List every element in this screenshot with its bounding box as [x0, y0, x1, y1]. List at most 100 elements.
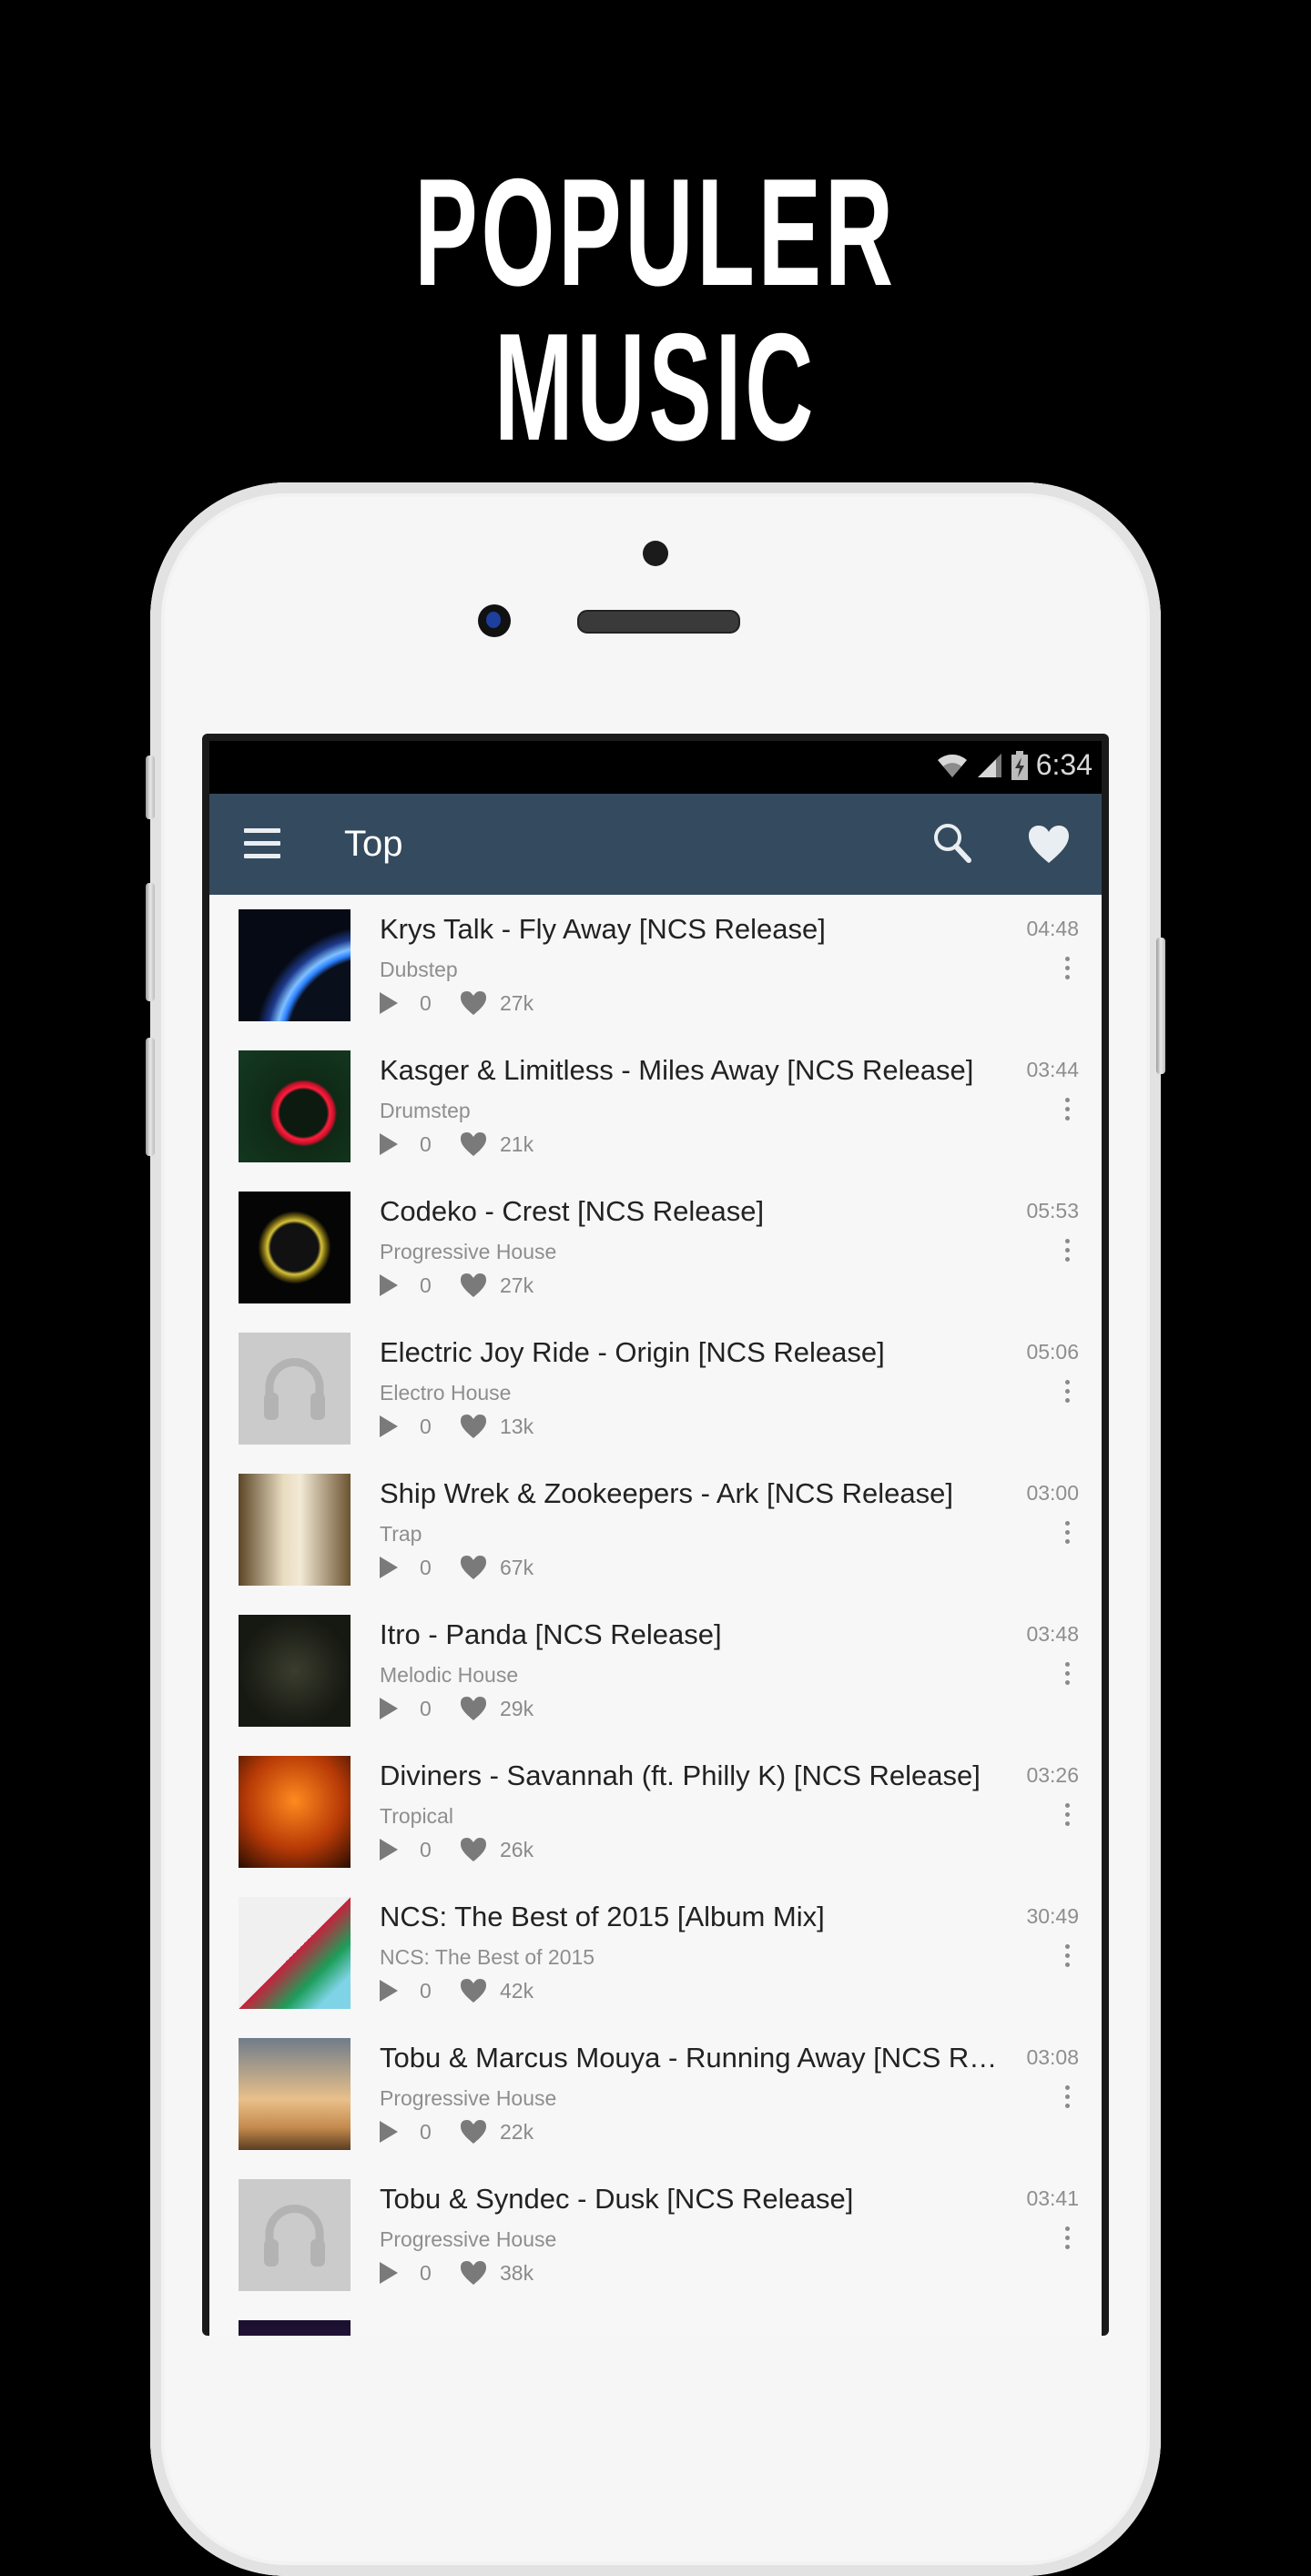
track-stats: 0 42k — [380, 1977, 534, 2004]
track-stats: 0 22k — [380, 2118, 534, 2145]
more-options-icon[interactable] — [1063, 1662, 1071, 1688]
like-count: 38k — [500, 2261, 534, 2285]
track-duration: 05:06 — [1026, 1340, 1079, 1364]
like-count: 27k — [500, 991, 534, 1015]
track-genre: Electro House — [380, 1381, 512, 1405]
track-genre: Dubstep — [380, 958, 458, 981]
track-title: Kasger & Limitless - Miles Away [NCS Rel… — [380, 1054, 974, 1086]
like-count: 13k — [500, 1415, 534, 1438]
track-duration: 03:41 — [1026, 2186, 1079, 2210]
track-row[interactable]: Diviners - Savannah (ft. Philly K) [NCS … — [209, 1741, 1102, 1882]
track-genre: Trap — [380, 1522, 422, 1546]
track-list: Krys Talk - Fly Away [NCS Release] Dubst… — [209, 895, 1102, 2336]
play-count: 0 — [420, 1273, 432, 1297]
track-stats: 0 38k — [380, 2259, 534, 2287]
track-genre: Progressive House — [380, 2227, 557, 2251]
play-count: 0 — [420, 2261, 432, 2285]
phone-power-button — [1156, 938, 1165, 1074]
more-options-icon[interactable] — [1063, 1239, 1071, 1264]
play-count-icon — [380, 992, 398, 1014]
phone-volume-up-button — [146, 883, 155, 1001]
more-options-icon[interactable] — [1063, 1380, 1071, 1405]
like-count-icon — [461, 1556, 486, 1579]
more-options-icon[interactable] — [1063, 957, 1071, 982]
track-stats: 0 27k — [380, 1272, 534, 1299]
play-count: 0 — [420, 1132, 432, 1156]
promo-title: POPULER MUSIC — [414, 147, 897, 472]
app-bar-title: Top — [344, 824, 403, 864]
album-art — [239, 1192, 351, 1303]
proximity-sensor — [643, 541, 668, 566]
track-row[interactable]: Tobu & Marcus Mouya - Running Away [NCS … — [209, 2023, 1102, 2165]
play-count-icon — [380, 1698, 398, 1719]
more-options-icon[interactable] — [1063, 1944, 1071, 1970]
more-options-icon[interactable] — [1063, 1098, 1071, 1123]
play-count-icon — [380, 2262, 398, 2284]
more-options-icon[interactable] — [1063, 2226, 1071, 2252]
phone-screen: 6:34 Top Krys Talk - Fly Away [NCS Relea… — [202, 734, 1109, 2336]
headphones-placeholder-icon — [239, 2179, 351, 2291]
like-count: 22k — [500, 2120, 534, 2144]
track-row[interactable]: Kasger & Limitless - Miles Away [NCS Rel… — [209, 1036, 1102, 1177]
album-art — [239, 2038, 351, 2150]
like-count: 29k — [500, 1697, 534, 1720]
track-genre: Progressive House — [380, 2086, 557, 2110]
play-count-icon — [380, 1274, 398, 1296]
track-row[interactable]: Electric Joy Ride - Origin [NCS Release]… — [209, 1318, 1102, 1459]
track-genre: Drumstep — [380, 1099, 471, 1122]
earpiece-speaker — [577, 610, 740, 634]
play-count-icon — [380, 1839, 398, 1861]
track-stats: 0 29k — [380, 1695, 534, 1722]
play-count: 0 — [420, 1556, 432, 1579]
play-count: 0 — [420, 1415, 432, 1438]
track-duration: 03:00 — [1026, 1481, 1079, 1505]
track-title: Itro - Panda [NCS Release] — [380, 1618, 722, 1650]
like-count-icon — [461, 1979, 486, 2003]
track-row-partial[interactable] — [209, 2306, 1102, 2336]
headphones-placeholder-icon — [239, 1333, 351, 1445]
track-row[interactable]: Tobu & Syndec - Dusk [NCS Release] Progr… — [209, 2165, 1102, 2306]
track-genre: NCS: The Best of 2015 — [380, 1945, 595, 1969]
like-count-icon — [461, 2120, 486, 2144]
battery-charging-icon — [1011, 750, 1028, 780]
more-options-icon[interactable] — [1063, 1803, 1071, 1829]
app-bar: Top — [209, 794, 1102, 895]
status-bar: 6:34 — [209, 741, 1102, 794]
more-options-icon[interactable] — [1063, 2085, 1071, 2111]
like-count: 27k — [500, 1273, 534, 1297]
track-row[interactable]: Codeko - Crest [NCS Release] Progressive… — [209, 1177, 1102, 1318]
track-duration: 04:48 — [1026, 917, 1079, 940]
album-art — [239, 1897, 351, 2009]
search-icon[interactable] — [930, 821, 974, 865]
like-count-icon — [461, 1415, 486, 1438]
like-count: 26k — [500, 1838, 534, 1861]
more-options-icon[interactable] — [1063, 1521, 1071, 1547]
phone-volume-down-button — [146, 1038, 155, 1156]
track-duration: 03:48 — [1026, 1622, 1079, 1646]
like-count-icon — [461, 1838, 486, 1861]
track-title: Ship Wrek & Zookeepers - Ark [NCS Releas… — [380, 1477, 954, 1509]
track-stats: 0 26k — [380, 1836, 534, 1863]
like-count-icon — [461, 1132, 486, 1156]
heart-icon[interactable] — [1028, 825, 1070, 865]
play-count: 0 — [420, 991, 432, 1015]
track-title: Diviners - Savannah (ft. Philly K) [NCS … — [380, 1760, 981, 1791]
track-row[interactable]: NCS: The Best of 2015 [Album Mix] NCS: T… — [209, 1882, 1102, 2023]
like-count: 67k — [500, 1556, 534, 1579]
track-genre: Melodic House — [380, 1663, 519, 1687]
like-count-icon — [461, 1697, 486, 1720]
menu-icon[interactable] — [244, 828, 280, 859]
status-time: 6:34 — [1035, 748, 1092, 781]
track-stats: 0 21k — [380, 1131, 534, 1158]
track-title: Codeko - Crest [NCS Release] — [380, 1195, 765, 1227]
track-duration: 30:49 — [1026, 1904, 1079, 1928]
track-row[interactable]: Ship Wrek & Zookeepers - Ark [NCS Releas… — [209, 1459, 1102, 1600]
track-row[interactable]: Krys Talk - Fly Away [NCS Release] Dubst… — [209, 895, 1102, 1036]
play-count-icon — [380, 1415, 398, 1437]
phone-side-button — [146, 756, 155, 819]
track-title: Krys Talk - Fly Away [NCS Release] — [380, 913, 826, 945]
track-title: NCS: The Best of 2015 [Album Mix] — [380, 1901, 825, 1932]
track-row[interactable]: Itro - Panda [NCS Release] Melodic House… — [209, 1600, 1102, 1741]
play-count: 0 — [420, 1979, 432, 2003]
track-duration: 03:26 — [1026, 1763, 1079, 1787]
